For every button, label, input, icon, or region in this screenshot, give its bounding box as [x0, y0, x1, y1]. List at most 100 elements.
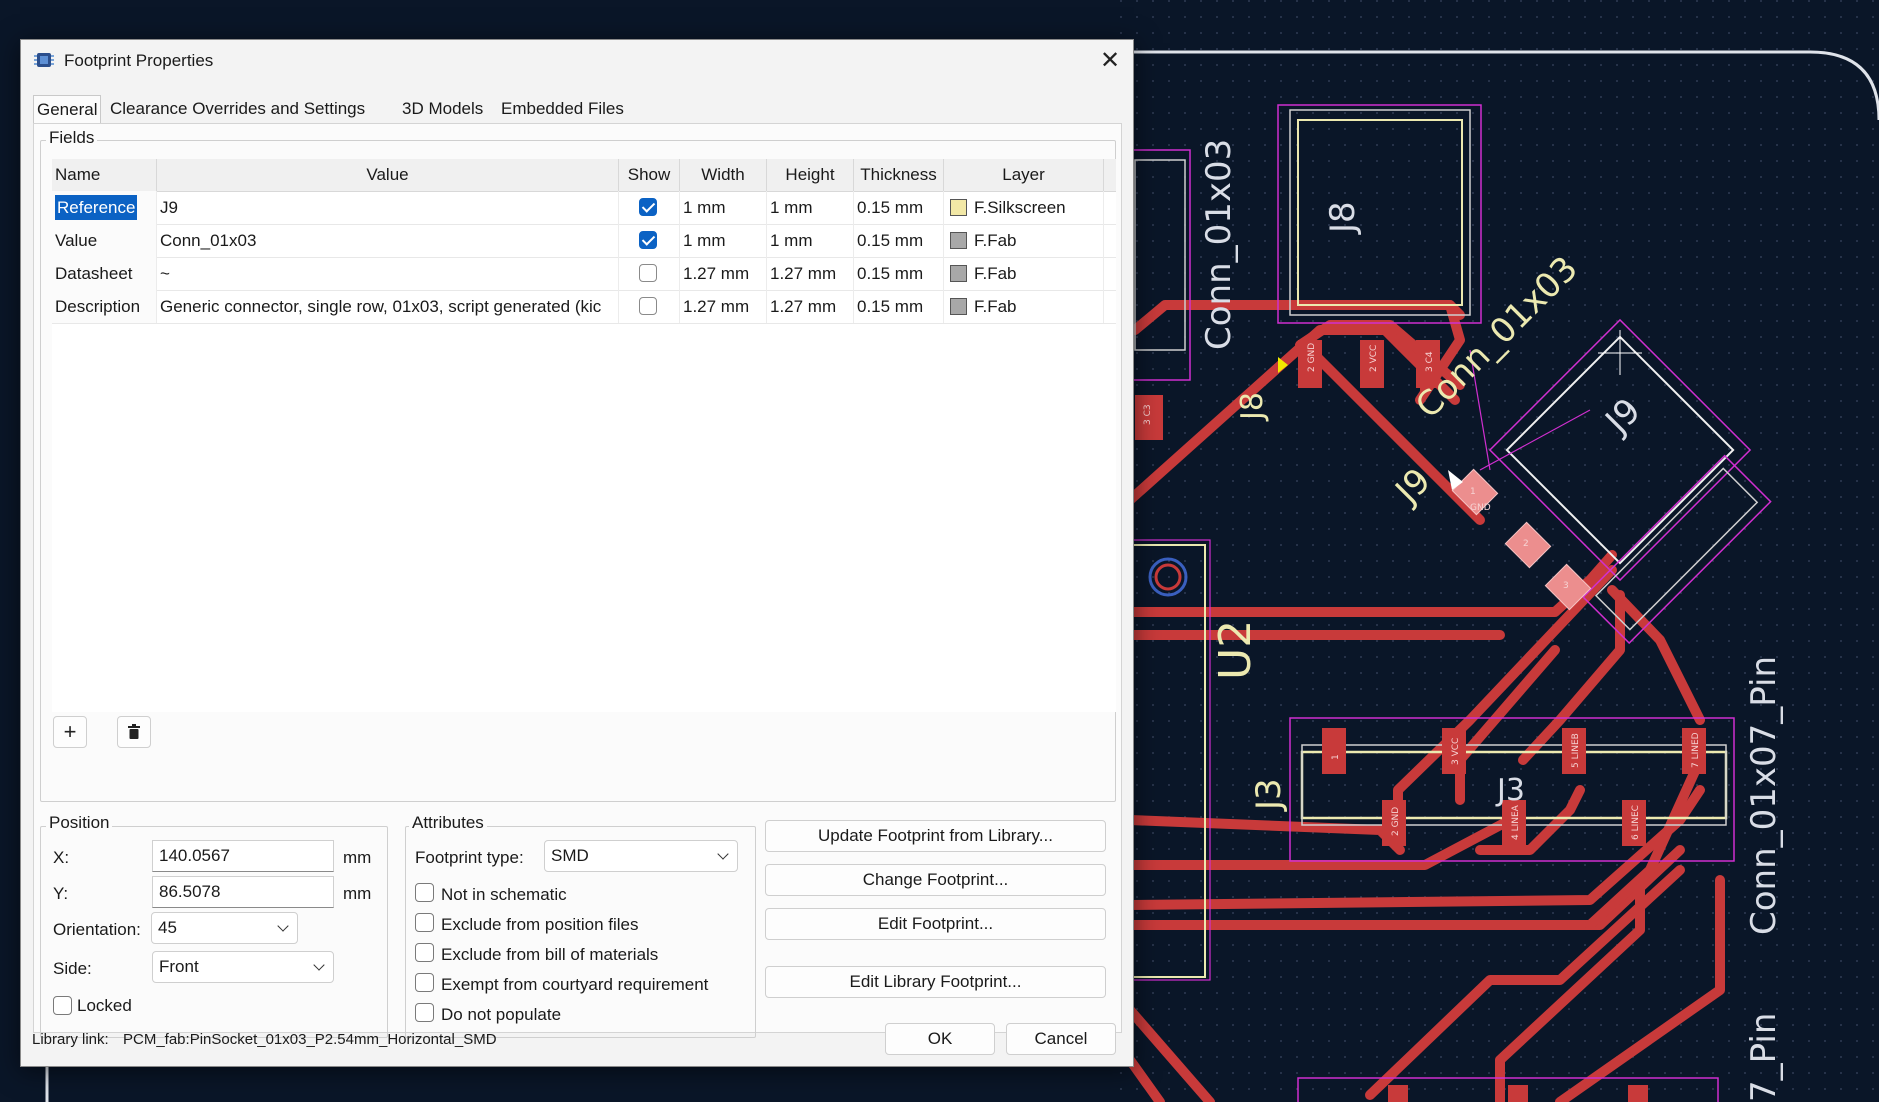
cell-width[interactable]: 1 mm — [680, 224, 767, 257]
exempt-courtyard-checkbox[interactable] — [415, 973, 434, 992]
layer-color-swatch — [950, 265, 967, 282]
j9-pad2-label: 2 — [1523, 539, 1529, 549]
cell-value[interactable]: ~ — [157, 257, 619, 290]
tab-general[interactable]: General — [33, 95, 102, 124]
cell-width[interactable]: 1 mm — [680, 191, 767, 224]
x-position-input[interactable]: 140.0567 — [152, 840, 334, 872]
j8-silk-label: J8 — [1235, 392, 1270, 422]
cell-width[interactable]: 1.27 mm — [680, 290, 767, 323]
edit-library-footprint-button[interactable]: Edit Library Footprint... — [765, 966, 1106, 998]
cell-thickness[interactable]: 0.15 mm — [854, 224, 944, 257]
layer-name: F.Fab — [974, 264, 1017, 283]
conn-01x07-label: Conn_01x07_Pin — [1744, 656, 1784, 935]
table-row[interactable]: Value Conn_01x03 1 mm 1 mm 0.15 mm F.Fab — [52, 224, 1116, 258]
cell-layer[interactable]: F.Fab — [944, 257, 1104, 290]
j8-pad1-label: 2 GND — [1307, 343, 1317, 372]
footprint-properties-dialog: Footprint Properties ✕ General Clearance… — [20, 39, 1134, 1067]
j3-pad7-label: 7 LINED — [1691, 732, 1701, 768]
cell-value[interactable]: Generic connector, single row, 01x03, sc… — [157, 290, 619, 323]
delete-field-button[interactable] — [117, 716, 151, 748]
cell-value[interactable]: J9 — [157, 191, 619, 224]
cell-layer[interactable]: F.Fab — [944, 224, 1104, 257]
cancel-button[interactable]: Cancel — [1006, 1023, 1116, 1055]
table-row[interactable]: Description Generic connector, single ro… — [52, 290, 1116, 324]
do-not-populate-checkbox[interactable] — [415, 1003, 434, 1022]
j3-pad2-label: 2 GND — [1391, 807, 1401, 836]
close-icon: ✕ — [1099, 47, 1121, 74]
cell-value[interactable]: Conn_01x03 — [157, 224, 619, 257]
locked-checkbox[interactable] — [53, 996, 72, 1015]
edit-footprint-button[interactable]: Edit Footprint... — [765, 908, 1106, 940]
header-layer[interactable]: Layer — [944, 159, 1104, 191]
fields-table-header: Name Value Show Width Height Thickness L… — [52, 159, 1116, 192]
header-thickness[interactable]: Thickness — [854, 159, 944, 191]
orientation-select[interactable]: 45 — [151, 912, 298, 944]
window-title: Footprint Properties — [64, 51, 214, 70]
cell-thickness[interactable]: 0.15 mm — [854, 191, 944, 224]
u2-label: U2 — [1210, 620, 1261, 680]
layer-color-swatch — [950, 199, 967, 216]
cell-show[interactable] — [619, 290, 680, 323]
j3-silk-label: J3 — [1249, 778, 1289, 812]
side-select[interactable]: Front — [152, 951, 334, 983]
show-checkbox[interactable] — [639, 198, 657, 216]
cell-height[interactable]: 1 mm — [767, 191, 854, 224]
show-checkbox[interactable] — [639, 297, 657, 315]
change-footprint-button[interactable]: Change Footprint... — [765, 864, 1106, 896]
cell-height[interactable]: 1.27 mm — [767, 257, 854, 290]
trash-icon — [128, 724, 140, 739]
exempt-courtyard-label: Exempt from courtyard requirement — [441, 975, 709, 994]
not-in-schematic-checkbox[interactable] — [415, 883, 434, 902]
j3-pad6-label: 6 LINEC — [1631, 805, 1641, 840]
y-position-input[interactable]: 86.5078 — [152, 876, 334, 908]
layer-name: F.Fab — [974, 231, 1017, 250]
exclude-bom-checkbox[interactable] — [415, 943, 434, 962]
library-link-label: Library link: — [32, 1031, 109, 1048]
j3-pad3-label: 3 VCC — [1451, 738, 1461, 765]
header-height[interactable]: Height — [767, 159, 854, 191]
cell-name[interactable]: Description — [52, 290, 157, 323]
cell-show[interactable] — [619, 191, 680, 224]
ok-button[interactable]: OK — [885, 1023, 995, 1055]
add-field-button[interactable]: + — [53, 716, 87, 748]
table-row[interactable]: Reference J9 1 mm 1 mm 0.15 mm F.Silkscr… — [52, 191, 1116, 225]
header-name[interactable]: Name — [52, 159, 157, 191]
cell-width[interactable]: 1.27 mm — [680, 257, 767, 290]
cell-height[interactable]: 1.27 mm — [767, 290, 854, 323]
cell-name[interactable]: Value — [52, 224, 157, 257]
orientation-label: Orientation: — [53, 920, 141, 939]
title-bar[interactable]: Footprint Properties ✕ — [21, 40, 1133, 82]
cell-thickness[interactable]: 0.15 mm — [854, 290, 944, 323]
chevron-down-icon — [313, 959, 325, 971]
show-checkbox[interactable] — [639, 231, 657, 249]
library-link-value: PCM_fab:PinSocket_01x03_P2.54mm_Horizont… — [123, 1031, 497, 1048]
tab-3d-models[interactable]: 3D Models — [399, 95, 486, 123]
close-button[interactable]: ✕ — [1087, 40, 1133, 82]
show-checkbox[interactable] — [639, 264, 657, 282]
cell-name[interactable]: Reference — [52, 191, 157, 224]
position-group-label: Position — [46, 813, 113, 833]
update-footprint-button[interactable]: Update Footprint from Library... — [765, 820, 1106, 852]
cell-show[interactable] — [619, 257, 680, 290]
exclude-position-files-checkbox[interactable] — [415, 913, 434, 932]
layer-color-swatch — [950, 298, 967, 315]
cell-thickness[interactable]: 0.15 mm — [854, 257, 944, 290]
cell-show[interactable] — [619, 224, 680, 257]
header-show[interactable]: Show — [619, 159, 680, 191]
table-row[interactable]: Datasheet ~ 1.27 mm 1.27 mm 0.15 mm F.Fa… — [52, 257, 1116, 291]
j8-fab-label: J8 — [1323, 201, 1363, 235]
cell-layer[interactable]: F.Silkscreen — [944, 191, 1104, 224]
header-value[interactable]: Value — [157, 159, 619, 191]
conn-01x07-bottom-label: 7_Pin — [1744, 1013, 1784, 1102]
j9-pad1-net: GND — [1470, 503, 1491, 513]
conn-01x03-vertical-label: Conn_01x03 — [1199, 139, 1239, 350]
cell-height[interactable]: 1 mm — [767, 224, 854, 257]
tab-embedded-files[interactable]: Embedded Files — [498, 95, 627, 123]
not-in-schematic-label: Not in schematic — [441, 885, 567, 904]
cell-name[interactable]: Datasheet — [52, 257, 157, 290]
header-width[interactable]: Width — [680, 159, 767, 191]
fields-group-label: Fields — [46, 128, 98, 148]
tab-clearance-overrides[interactable]: Clearance Overrides and Settings — [107, 95, 368, 123]
footprint-type-select[interactable]: SMD — [544, 840, 738, 872]
cell-layer[interactable]: F.Fab — [944, 290, 1104, 323]
